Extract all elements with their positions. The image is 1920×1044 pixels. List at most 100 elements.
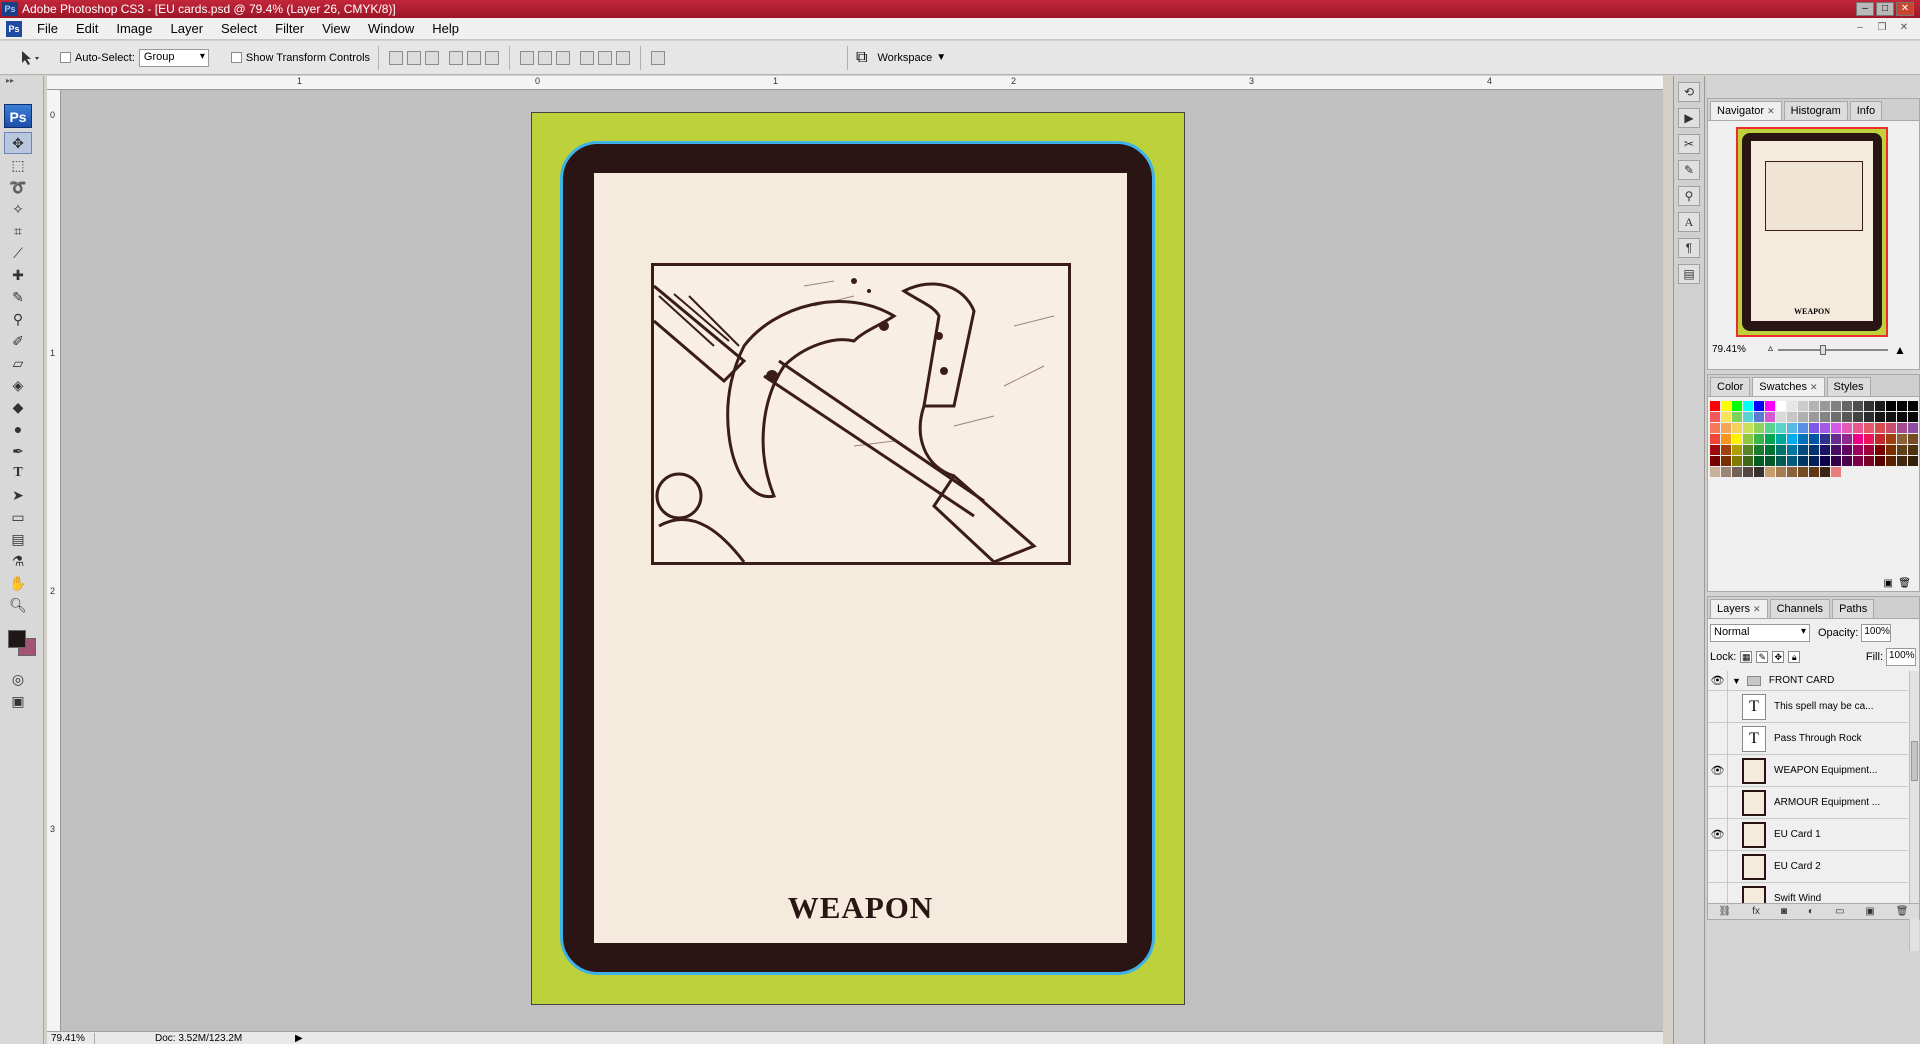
color-swatch[interactable] [1842, 423, 1852, 433]
color-swatch[interactable] [1853, 423, 1863, 433]
eraser-icon[interactable]: ▱ [4, 352, 32, 374]
color-swatch[interactable] [1820, 412, 1830, 422]
color-swatch[interactable] [1831, 467, 1841, 477]
color-swatch[interactable] [1710, 401, 1720, 411]
color-swatch[interactable] [1743, 423, 1753, 433]
card-frame[interactable]: WEAPON [560, 141, 1155, 975]
color-swatch[interactable] [1897, 423, 1907, 433]
color-swatch[interactable] [1743, 445, 1753, 455]
tab-info[interactable]: Info [1849, 101, 1883, 120]
ruler-top[interactable]: 1 0 1 2 3 4 [47, 76, 1663, 90]
lock-position-icon[interactable]: ✥ [1772, 651, 1785, 663]
color-swatch[interactable] [1908, 401, 1918, 411]
color-swatch[interactable] [1897, 434, 1907, 444]
color-swatch[interactable] [1853, 445, 1863, 455]
menu-file[interactable]: File [28, 21, 67, 36]
color-swatch[interactable] [1886, 445, 1896, 455]
foreground-color-swatch[interactable] [8, 630, 26, 648]
paragraph-panel-icon[interactable]: ¶ [1678, 238, 1700, 258]
layer-comps-icon[interactable]: ▤ [1678, 264, 1700, 284]
lock-pixels-icon[interactable]: ✎ [1756, 651, 1769, 663]
hand-icon[interactable]: ✋ [4, 572, 32, 594]
color-swatch[interactable] [1908, 445, 1918, 455]
color-swatch[interactable] [1776, 423, 1786, 433]
quick-mask-icon[interactable]: ◎ [4, 668, 32, 690]
color-swatch[interactable] [1908, 434, 1918, 444]
slice-icon[interactable]: ⟋ [4, 242, 32, 264]
layer-mask-icon[interactable]: ◙ [1781, 906, 1787, 917]
history-brush-icon[interactable]: ✐ [4, 330, 32, 352]
maximize-button[interactable]: □ [1876, 2, 1894, 16]
color-swatch[interactable] [1820, 401, 1830, 411]
color-swatch[interactable] [1787, 456, 1797, 466]
visibility-eye-icon[interactable]: 👁︎ [1708, 819, 1728, 850]
workspace-menu[interactable]: Workspace ▼ [877, 52, 946, 64]
tab-histogram[interactable]: Histogram [1783, 101, 1848, 120]
color-swatch[interactable] [1732, 467, 1742, 477]
color-swatch[interactable] [1776, 434, 1786, 444]
color-swatch[interactable] [1809, 467, 1819, 477]
color-swatch[interactable] [1809, 412, 1819, 422]
actions-panel-icon[interactable]: ▶ [1678, 108, 1700, 128]
doc-size-info[interactable]: Doc: 3.52M/123.2M [95, 1033, 295, 1044]
color-swatch[interactable] [1831, 401, 1841, 411]
color-swatch[interactable] [1710, 423, 1720, 433]
doc-minimize-button[interactable]: – [1852, 22, 1868, 36]
distribute-hcenter-icon[interactable] [598, 50, 613, 65]
minimize-button[interactable]: – [1856, 2, 1874, 16]
menu-help[interactable]: Help [423, 21, 468, 36]
expand-arrow-icon[interactable]: ▼ [1732, 676, 1741, 686]
color-swatch[interactable] [1842, 445, 1852, 455]
healing-icon[interactable]: ✚ [4, 264, 32, 286]
zoom-in-icon[interactable]: ▲ [1894, 343, 1906, 357]
color-swatch[interactable] [1754, 412, 1764, 422]
color-swatch[interactable] [1732, 456, 1742, 466]
tab-paths[interactable]: Paths [1832, 599, 1875, 618]
delete-layer-icon[interactable]: 🗑︎ [1896, 906, 1909, 917]
color-swatch[interactable] [1798, 434, 1808, 444]
color-swatch[interactable] [1754, 434, 1764, 444]
ps-logo[interactable]: Ps [4, 104, 32, 128]
zoom-icon[interactable]: 🔍︎ [4, 594, 32, 616]
color-swatch[interactable] [1897, 445, 1907, 455]
color-swatch[interactable] [1897, 401, 1907, 411]
color-swatch[interactable] [1732, 412, 1742, 422]
color-swatch[interactable] [1754, 445, 1764, 455]
color-swatch[interactable] [1710, 412, 1720, 422]
color-swatch[interactable] [1886, 401, 1896, 411]
color-swatch[interactable] [1853, 412, 1863, 422]
color-swatch[interactable] [1842, 412, 1852, 422]
color-swatch[interactable] [1754, 456, 1764, 466]
status-menu-arrow-icon[interactable]: ▶ [295, 1033, 303, 1044]
color-swatch[interactable] [1798, 456, 1808, 466]
crop-icon[interactable]: ⌗ [4, 220, 32, 242]
visibility-toggle[interactable] [1708, 787, 1728, 818]
slider-knob[interactable] [1819, 345, 1826, 355]
delete-swatch-icon[interactable]: 🗑︎ [1898, 578, 1911, 589]
color-swatch[interactable] [1820, 423, 1830, 433]
scroll-thumb[interactable] [1911, 741, 1918, 781]
distribute-right-icon[interactable] [616, 50, 631, 65]
tab-styles[interactable]: Styles [1826, 377, 1871, 396]
color-swatch[interactable] [1754, 423, 1764, 433]
align-vcenter-icon[interactable] [407, 50, 422, 65]
color-swatch[interactable] [1897, 456, 1907, 466]
card-title[interactable]: WEAPON [594, 890, 1127, 926]
color-swatch[interactable] [1875, 412, 1885, 422]
color-swatch[interactable] [1875, 423, 1885, 433]
history-panel-icon[interactable]: ⟲ [1678, 82, 1700, 102]
color-swatch[interactable] [1886, 423, 1896, 433]
menu-image[interactable]: Image [107, 21, 161, 36]
type-icon[interactable]: T [4, 462, 32, 484]
color-swatch[interactable] [1809, 445, 1819, 455]
color-swatch[interactable] [1886, 434, 1896, 444]
color-swatch[interactable] [1732, 434, 1742, 444]
magic-wand-icon[interactable]: ✧ [4, 198, 32, 220]
screen-mode-icon[interactable]: ▣ [4, 690, 32, 712]
color-swatch[interactable] [1908, 423, 1918, 433]
color-swatch[interactable] [1864, 412, 1874, 422]
color-swatch[interactable] [1776, 467, 1786, 477]
align-left-icon[interactable] [449, 50, 464, 65]
color-swatch[interactable] [1765, 423, 1775, 433]
color-swatch[interactable] [1842, 401, 1852, 411]
